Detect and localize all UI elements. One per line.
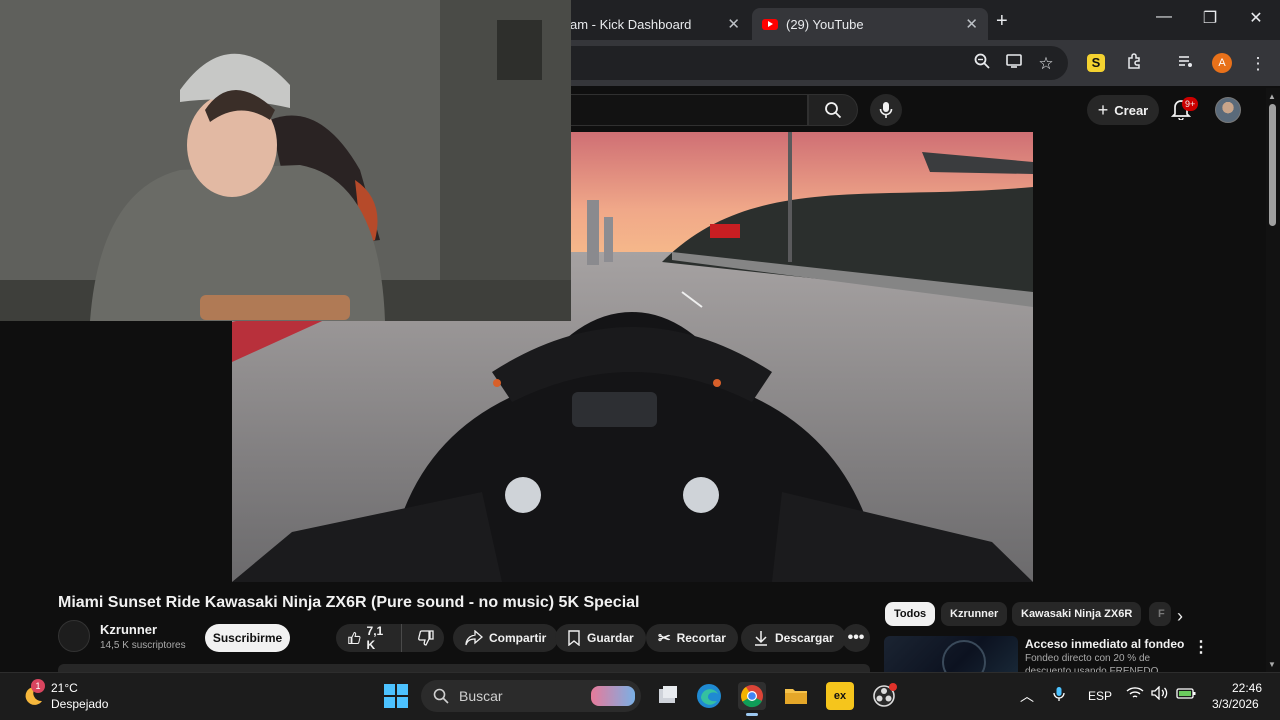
download-label: Descargar bbox=[775, 631, 834, 645]
tab-kick-dashboard[interactable]: am - Kick Dashboard ✕ bbox=[560, 8, 750, 40]
windows-start-button[interactable] bbox=[384, 684, 408, 708]
recommendation-description: Fondeo directo con 20 % de bbox=[1025, 653, 1151, 664]
recommendation-title[interactable]: Acceso inmediato al fondeo bbox=[1025, 637, 1184, 651]
restore-button[interactable]: ❐ bbox=[1187, 8, 1233, 28]
like-button[interactable]: 7,1 K bbox=[336, 624, 402, 652]
minimize-button[interactable]: — bbox=[1141, 8, 1187, 26]
download-button[interactable]: Descargar bbox=[741, 624, 846, 652]
youtube-search-input[interactable] bbox=[570, 94, 808, 126]
clip-button[interactable]: ✂ Recortar bbox=[646, 624, 738, 652]
channel-avatar[interactable] bbox=[58, 620, 90, 652]
thumbs-down-icon bbox=[418, 630, 434, 646]
chevron-right-icon[interactable]: › bbox=[1177, 606, 1183, 627]
battery-icon[interactable] bbox=[1176, 686, 1196, 703]
like-count: 7,1 K bbox=[366, 624, 384, 652]
clock-time[interactable]: 22:46 bbox=[1232, 681, 1262, 695]
more-horizontal-icon: ••• bbox=[847, 629, 865, 646]
file-explorer-icon[interactable] bbox=[782, 682, 810, 710]
account-avatar[interactable] bbox=[1215, 97, 1241, 123]
thumbs-up-icon bbox=[348, 632, 361, 644]
share-button[interactable]: Compartir bbox=[453, 624, 559, 652]
chip-topic[interactable]: Kawasaki Ninja ZX6R bbox=[1012, 602, 1142, 626]
media-controls-icon[interactable] bbox=[1174, 52, 1198, 76]
tab-youtube[interactable]: (29) YouTube ✕ bbox=[752, 8, 988, 40]
scrollbar-thumb[interactable] bbox=[1269, 104, 1276, 226]
bookmark-icon bbox=[568, 630, 580, 646]
create-button[interactable]: + Crear bbox=[1087, 95, 1159, 125]
recommendation-thumbnail[interactable] bbox=[884, 636, 1018, 672]
volume-icon[interactable] bbox=[1151, 685, 1169, 703]
share-icon bbox=[465, 630, 483, 646]
search-icon bbox=[825, 102, 842, 119]
weather-temperature[interactable]: 21°C bbox=[51, 681, 78, 695]
close-icon[interactable]: ✕ bbox=[965, 15, 978, 33]
webcam-overlay bbox=[0, 0, 571, 321]
video-title: Miami Sunset Ride Kawasaki Ninja ZX6R (P… bbox=[58, 594, 640, 611]
close-window-button[interactable]: ✕ bbox=[1233, 8, 1279, 28]
chrome-icon[interactable] bbox=[738, 682, 766, 710]
chip-channel[interactable]: Kzrunner bbox=[941, 602, 1008, 626]
bookmark-star-icon[interactable]: ☆ bbox=[1034, 52, 1058, 76]
search-placeholder: Buscar bbox=[459, 688, 503, 704]
chip-todos[interactable]: Todos bbox=[885, 602, 936, 626]
scroll-down-icon[interactable]: ▼ bbox=[1268, 660, 1276, 669]
like-dislike-group: 7,1 K bbox=[336, 624, 444, 652]
weather-alert-badge: 1 bbox=[31, 679, 45, 693]
active-app-indicator bbox=[746, 713, 758, 716]
tab-label: (29) YouTube bbox=[786, 16, 864, 32]
exness-app-icon[interactable]: ex bbox=[826, 682, 854, 710]
zoom-icon[interactable] bbox=[970, 52, 994, 76]
install-app-icon[interactable] bbox=[1002, 52, 1026, 76]
more-actions-button[interactable]: ••• bbox=[842, 624, 870, 652]
subscriber-count: 14,5 K suscriptores bbox=[100, 640, 186, 651]
notification-count-badge: 9+ bbox=[1182, 97, 1199, 111]
search-highlight-icon bbox=[591, 686, 635, 706]
new-tab-button[interactable]: + bbox=[996, 10, 1008, 33]
microphone-icon bbox=[879, 102, 893, 118]
clock-date[interactable]: 3/3/2026 bbox=[1212, 697, 1259, 711]
microphone-icon[interactable] bbox=[1053, 686, 1065, 705]
more-menu-icon[interactable]: ⋮ bbox=[1246, 52, 1270, 76]
close-icon[interactable]: ✕ bbox=[727, 15, 740, 33]
youtube-favicon-icon bbox=[762, 18, 778, 30]
tab-label: am - Kick Dashboard bbox=[570, 16, 692, 32]
taskbar-search-box[interactable]: Buscar bbox=[421, 680, 641, 712]
channel-name[interactable]: Kzrunner bbox=[100, 622, 157, 637]
create-label: Crear bbox=[1114, 102, 1149, 118]
edge-icon[interactable] bbox=[695, 682, 723, 710]
task-view-icon[interactable] bbox=[654, 682, 682, 710]
extension-s-icon[interactable]: S bbox=[1087, 54, 1105, 72]
streamer-webcam-image bbox=[0, 0, 571, 321]
scissors-icon: ✂ bbox=[658, 630, 671, 647]
chevron-up-icon[interactable]: ︿ bbox=[1020, 686, 1034, 706]
subscribe-button[interactable]: Suscribirme bbox=[205, 624, 290, 652]
extensions-puzzle-icon[interactable] bbox=[1122, 52, 1146, 76]
voice-search-button[interactable] bbox=[870, 94, 902, 126]
download-icon bbox=[755, 631, 767, 646]
language-indicator[interactable]: ESP bbox=[1088, 689, 1112, 703]
profile-avatar[interactable]: A bbox=[1212, 53, 1232, 73]
wifi-icon[interactable] bbox=[1126, 686, 1144, 703]
save-button[interactable]: Guardar bbox=[555, 624, 646, 652]
dislike-button[interactable] bbox=[408, 624, 444, 652]
chip-truncated[interactable]: F bbox=[1149, 602, 1171, 626]
clip-label: Recortar bbox=[676, 631, 726, 645]
obs-icon[interactable] bbox=[870, 682, 898, 710]
search-button[interactable] bbox=[808, 94, 858, 126]
plus-icon: + bbox=[1097, 99, 1109, 120]
weather-description[interactable]: Despejado bbox=[51, 697, 108, 711]
save-label: Guardar bbox=[587, 631, 634, 645]
kebab-menu-icon[interactable]: ⋮ bbox=[1193, 637, 1209, 657]
search-icon bbox=[433, 688, 449, 704]
scroll-up-icon[interactable]: ▲ bbox=[1268, 92, 1276, 101]
share-label: Compartir bbox=[489, 631, 547, 645]
